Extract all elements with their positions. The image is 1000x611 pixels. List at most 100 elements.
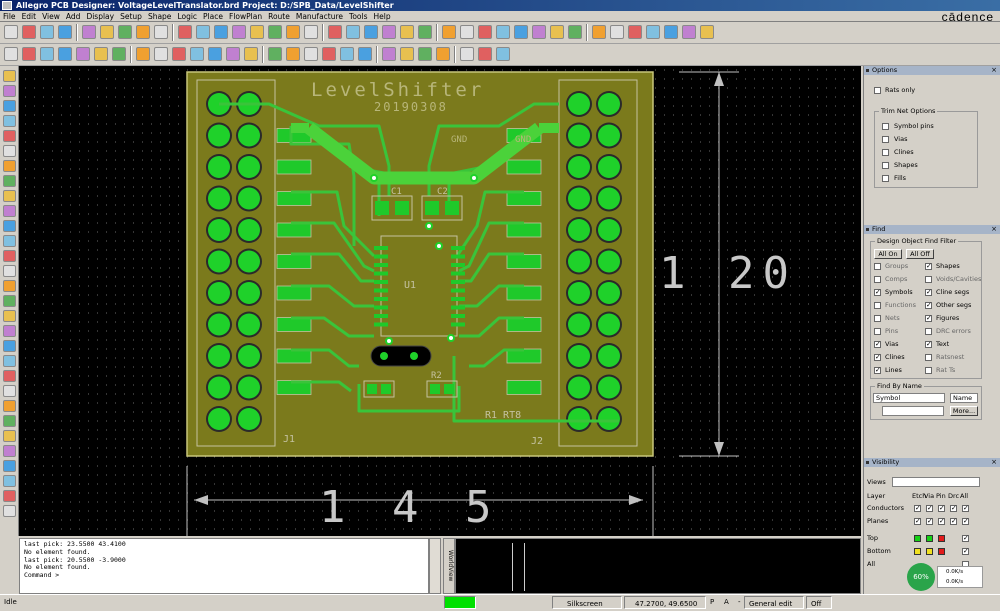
refresh-icon[interactable]	[232, 25, 246, 39]
grid-icon[interactable]	[550, 25, 564, 39]
move-icon[interactable]	[700, 25, 714, 39]
undo-icon[interactable]	[58, 25, 72, 39]
visibility-checkbox[interactable]: ✓	[962, 518, 969, 525]
find-filter-checkbox[interactable]: ✓	[925, 341, 932, 348]
pick-icon[interactable]	[154, 47, 168, 61]
visibility-checkbox[interactable]: ✓	[914, 518, 921, 525]
find-filter-checkbox[interactable]: ✓	[925, 263, 932, 270]
option-checkbox[interactable]	[882, 175, 889, 182]
layer-color-swatch[interactable]	[938, 535, 945, 542]
zoom-out-icon[interactable]	[496, 47, 510, 61]
zoom-in-icon[interactable]	[478, 25, 492, 39]
grid-icon[interactable]	[250, 25, 264, 39]
copy-icon[interactable]	[112, 47, 126, 61]
find-filter-checkbox[interactable]	[925, 328, 932, 335]
delete-icon[interactable]	[136, 47, 150, 61]
layers-icon[interactable]	[268, 25, 282, 39]
tool-icon[interactable]	[3, 385, 16, 397]
move-icon[interactable]	[400, 25, 414, 39]
all-off-button[interactable]: All Off	[906, 249, 934, 259]
menu-item-place[interactable]: Place	[200, 11, 226, 22]
copy-icon[interactable]	[118, 25, 132, 39]
visibility-panel-title[interactable]: Visibility ×	[864, 458, 1000, 467]
layer-color-swatch[interactable]	[914, 548, 921, 555]
visibility-checkbox[interactable]: ✓	[926, 518, 933, 525]
pick-icon[interactable]	[460, 47, 474, 61]
redo-icon[interactable]	[382, 25, 396, 39]
close-icon[interactable]: ×	[991, 225, 997, 234]
zoom-out-icon[interactable]	[196, 25, 210, 39]
tool-icon[interactable]	[3, 490, 16, 502]
redo-icon[interactable]	[682, 25, 696, 39]
tool-icon[interactable]	[3, 400, 16, 412]
tool-icon[interactable]	[3, 280, 16, 292]
save-icon[interactable]	[646, 25, 660, 39]
open-icon[interactable]	[22, 47, 36, 61]
delete-icon[interactable]	[136, 25, 150, 39]
redo-icon[interactable]	[82, 25, 96, 39]
move-icon[interactable]	[94, 47, 108, 61]
menu-item-manufacture[interactable]: Manufacture	[293, 11, 346, 22]
pin-icon[interactable]	[866, 461, 869, 464]
open-icon[interactable]	[322, 47, 336, 61]
find-filter-checkbox[interactable]	[874, 276, 881, 283]
save-icon[interactable]	[40, 47, 54, 61]
tool-icon[interactable]	[3, 205, 16, 217]
menu-item-view[interactable]: View	[39, 11, 63, 22]
pin-icon[interactable]	[866, 228, 869, 231]
visibility-checkbox[interactable]: ✓	[938, 518, 945, 525]
find-name-mode-select[interactable]: Name	[950, 393, 978, 403]
tool-icon[interactable]	[3, 505, 16, 517]
zoom-out-icon[interactable]	[496, 25, 510, 39]
tool-icon[interactable]	[3, 235, 16, 247]
tool-icon[interactable]	[3, 190, 16, 202]
menu-item-file[interactable]: File	[0, 11, 19, 22]
tool-icon[interactable]	[3, 445, 16, 457]
visibility-checkbox[interactable]: ✓	[950, 518, 957, 525]
tool-icon[interactable]	[3, 160, 16, 172]
tool-icon[interactable]	[3, 250, 16, 262]
redo-icon[interactable]	[382, 47, 396, 61]
layer-visible-checkbox[interactable]: ✓	[962, 535, 969, 542]
new-icon[interactable]	[4, 47, 18, 61]
visibility-checkbox[interactable]: ✓	[950, 505, 957, 512]
find-filter-checkbox[interactable]: ✓	[925, 315, 932, 322]
menu-item-display[interactable]: Display	[83, 11, 117, 22]
refresh-icon[interactable]	[532, 25, 546, 39]
menu-item-setup[interactable]: Setup	[117, 11, 145, 22]
tool-icon[interactable]	[3, 115, 16, 127]
menu-item-flowplan[interactable]: FlowPlan	[226, 11, 265, 22]
new-icon[interactable]	[304, 25, 318, 39]
undo-icon[interactable]	[358, 47, 372, 61]
pcb-board-view[interactable]: LevelShifter20190308 J1 J2 U1 C1 C2 R2 R1 RT8 GN…	[19, 66, 861, 536]
option-checkbox[interactable]	[882, 123, 889, 130]
copy-icon[interactable]	[418, 25, 432, 39]
options-panel-title[interactable]: Options ×	[864, 66, 1000, 75]
open-icon[interactable]	[628, 25, 642, 39]
menu-item-help[interactable]: Help	[371, 11, 394, 22]
open-icon[interactable]	[22, 25, 36, 39]
delete-icon[interactable]	[442, 25, 456, 39]
undo-icon[interactable]	[664, 25, 678, 39]
tool-icon[interactable]	[3, 415, 16, 427]
find-name-input[interactable]	[882, 406, 944, 416]
visibility-checkbox[interactable]: ✓	[926, 505, 933, 512]
open-icon[interactable]	[328, 25, 342, 39]
zoom-fit-icon[interactable]	[214, 25, 228, 39]
layer-color-swatch[interactable]	[914, 535, 921, 542]
tool-icon[interactable]	[3, 340, 16, 352]
find-object-type-select[interactable]: Symbol	[873, 393, 945, 403]
more-button[interactable]: More...	[950, 406, 978, 416]
find-filter-checkbox[interactable]	[925, 354, 932, 361]
pick-icon[interactable]	[460, 25, 474, 39]
new-icon[interactable]	[4, 25, 18, 39]
tool-icon[interactable]	[3, 265, 16, 277]
new-icon[interactable]	[610, 25, 624, 39]
visibility-checkbox[interactable]: ✓	[962, 505, 969, 512]
new-icon[interactable]	[304, 47, 318, 61]
zoom-in-icon[interactable]	[172, 47, 186, 61]
zoom-in-icon[interactable]	[178, 25, 192, 39]
move-icon[interactable]	[400, 47, 414, 61]
find-filter-checkbox[interactable]	[874, 328, 881, 335]
layer-color-swatch[interactable]	[926, 535, 933, 542]
